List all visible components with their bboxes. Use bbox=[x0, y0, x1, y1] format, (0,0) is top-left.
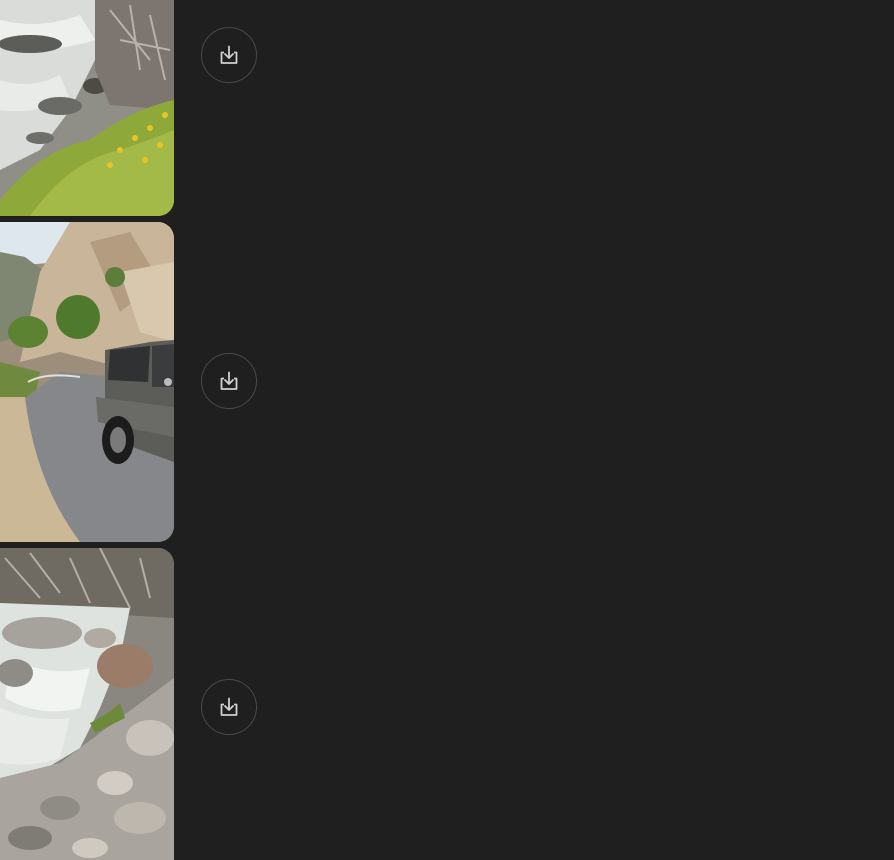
truck-thumbnail-image bbox=[0, 222, 174, 542]
media-list bbox=[0, 0, 894, 860]
media-thumbnail[interactable] bbox=[0, 0, 174, 216]
media-thumbnail[interactable] bbox=[0, 222, 174, 542]
download-button[interactable] bbox=[201, 679, 257, 735]
download-button[interactable] bbox=[201, 353, 257, 409]
media-thumbnail[interactable] bbox=[0, 548, 174, 860]
download-tray-arrow-icon bbox=[220, 45, 238, 64]
media-item bbox=[0, 222, 894, 542]
download-tray-arrow-icon bbox=[220, 371, 238, 390]
download-button[interactable] bbox=[201, 27, 257, 83]
river-thumbnail-image bbox=[0, 0, 174, 216]
download-tray-arrow-icon bbox=[220, 697, 238, 716]
rapids-thumbnail-image bbox=[0, 548, 174, 860]
media-item bbox=[0, 548, 894, 860]
media-item bbox=[0, 0, 894, 216]
